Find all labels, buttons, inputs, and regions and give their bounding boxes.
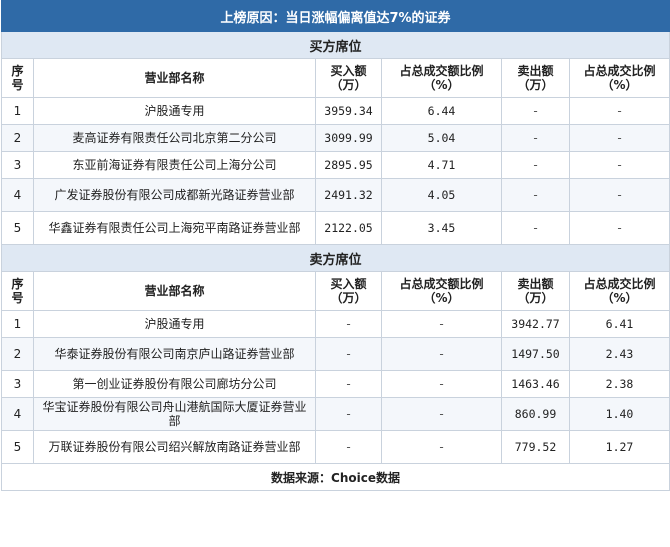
col-header-sell: 卖出额（万） [501,271,570,311]
data-source-footer: 数据来源：Choice数据 [0,463,670,491]
table-row: 4 华宝证券股份有限公司舟山港航国际大厦证券营业部 - - 860.99 1.4… [1,397,670,431]
branch-name: 万联证券股份有限公司绍兴解放南路证券营业部 [33,430,316,464]
buy-pct: 4.05 [381,178,502,212]
branch-name: 沪股通专用 [33,310,316,338]
buy-pct: - [381,370,502,398]
row-no: 5 [1,430,34,464]
col-header-name: 营业部名称 [33,58,316,98]
branch-name: 第一创业证券股份有限公司廊坊分公司 [33,370,316,398]
sell-section-title: 卖方席位 [0,244,670,272]
col-header-buy-pct: 占总成交额比例（%） [381,271,502,311]
table-row: 4 广发证券股份有限公司成都新光路证券营业部 2491.32 4.05 - - [1,178,670,212]
sell-amount: 779.52 [501,430,570,464]
branch-name: 华泰证券股份有限公司南京庐山路证券营业部 [33,337,316,371]
row-no: 4 [1,397,34,431]
buy-pct: 4.71 [381,151,502,179]
sell-amount: - [501,211,570,245]
buy-section-title: 买方席位 [0,31,670,59]
leaderboard-table: 上榜原因：当日涨幅偏离值达7%的证券 买方席位 序号 营业部名称 买入额（万） … [0,0,670,491]
buy-amount: 2122.05 [315,211,382,245]
branch-name: 广发证券股份有限公司成都新光路证券营业部 [33,178,316,212]
row-no: 1 [1,310,34,338]
table-row: 5 万联证券股份有限公司绍兴解放南路证券营业部 - - 779.52 1.27 [1,430,670,464]
sell-amount: - [501,151,570,179]
sell-header-row: 序号 营业部名称 买入额（万） 占总成交额比例（%） 卖出额（万） 占总成交比例… [1,271,670,311]
row-no: 2 [1,124,34,152]
buy-rows: 1 沪股通专用 3959.34 6.44 - - 2 麦高证券有限责任公司北京第… [1,97,670,245]
buy-header-row: 序号 营业部名称 买入额（万） 占总成交额比例（%） 卖出额（万） 占总成交比例… [1,58,670,98]
sell-pct: - [568,178,670,212]
sell-pct: 1.40 [568,397,670,431]
sell-pct: 2.38 [568,370,670,398]
buy-amount: 3959.34 [315,97,382,125]
buy-pct: 3.45 [381,211,502,245]
branch-name: 华宝证券股份有限公司舟山港航国际大厦证券营业部 [33,397,316,431]
table-row: 3 东亚前海证券有限责任公司上海分公司 2895.95 4.71 - - [1,151,670,179]
sell-amount: - [501,97,570,125]
buy-amount: - [315,370,382,398]
row-no: 5 [1,211,34,245]
sell-amount: 3942.77 [501,310,570,338]
buy-pct: - [381,337,502,371]
col-header-buy-pct: 占总成交额比例（%） [381,58,502,98]
table-row: 1 沪股通专用 - - 3942.77 6.41 [1,310,670,338]
table-row: 1 沪股通专用 3959.34 6.44 - - [1,97,670,125]
buy-pct: 5.04 [381,124,502,152]
col-header-sell-pct: 占总成交比例（%） [568,58,670,98]
col-header-buy: 买入额（万） [315,271,382,311]
buy-pct: - [381,397,502,431]
table-row: 2 麦高证券有限责任公司北京第二分公司 3099.99 5.04 - - [1,124,670,152]
sell-amount: - [501,178,570,212]
buy-amount: 3099.99 [315,124,382,152]
branch-name: 沪股通专用 [33,97,316,125]
sell-amount: - [501,124,570,152]
sell-pct: 6.41 [568,310,670,338]
col-header-no: 序号 [1,58,34,98]
buy-amount: - [315,337,382,371]
table-row: 2 华泰证券股份有限公司南京庐山路证券营业部 - - 1497.50 2.43 [1,337,670,371]
row-no: 1 [1,97,34,125]
table-row: 3 第一创业证券股份有限公司廊坊分公司 - - 1463.46 2.38 [1,370,670,398]
buy-pct: - [381,310,502,338]
sell-pct: - [568,124,670,152]
sell-pct: - [568,211,670,245]
branch-name: 麦高证券有限责任公司北京第二分公司 [33,124,316,152]
branch-name: 华鑫证券有限责任公司上海宛平南路证券营业部 [33,211,316,245]
row-no: 4 [1,178,34,212]
sell-pct: 2.43 [568,337,670,371]
buy-pct: - [381,430,502,464]
col-header-sell-pct: 占总成交比例（%） [568,271,670,311]
buy-amount: - [315,430,382,464]
col-header-no: 序号 [1,271,34,311]
page-title: 上榜原因：当日涨幅偏离值达7%的证券 [0,0,670,32]
sell-pct: - [568,97,670,125]
col-header-name: 营业部名称 [33,271,316,311]
sell-amount: 1497.50 [501,337,570,371]
col-header-buy: 买入额（万） [315,58,382,98]
sell-amount: 1463.46 [501,370,570,398]
buy-pct: 6.44 [381,97,502,125]
col-header-sell: 卖出额（万） [501,58,570,98]
row-no: 3 [1,370,34,398]
row-no: 2 [1,337,34,371]
buy-amount: - [315,310,382,338]
row-no: 3 [1,151,34,179]
buy-amount: 2895.95 [315,151,382,179]
sell-amount: 860.99 [501,397,570,431]
sell-rows: 1 沪股通专用 - - 3942.77 6.41 2 华泰证券股份有限公司南京庐… [1,310,670,464]
table-row: 5 华鑫证券有限责任公司上海宛平南路证券营业部 2122.05 3.45 - - [1,211,670,245]
leaderboard-container: 上榜原因：当日涨幅偏离值达7%的证券 买方席位 序号 营业部名称 买入额（万） … [0,0,670,491]
sell-pct: 1.27 [568,430,670,464]
buy-amount: - [315,397,382,431]
buy-amount: 2491.32 [315,178,382,212]
sell-pct: - [568,151,670,179]
branch-name: 东亚前海证券有限责任公司上海分公司 [33,151,316,179]
